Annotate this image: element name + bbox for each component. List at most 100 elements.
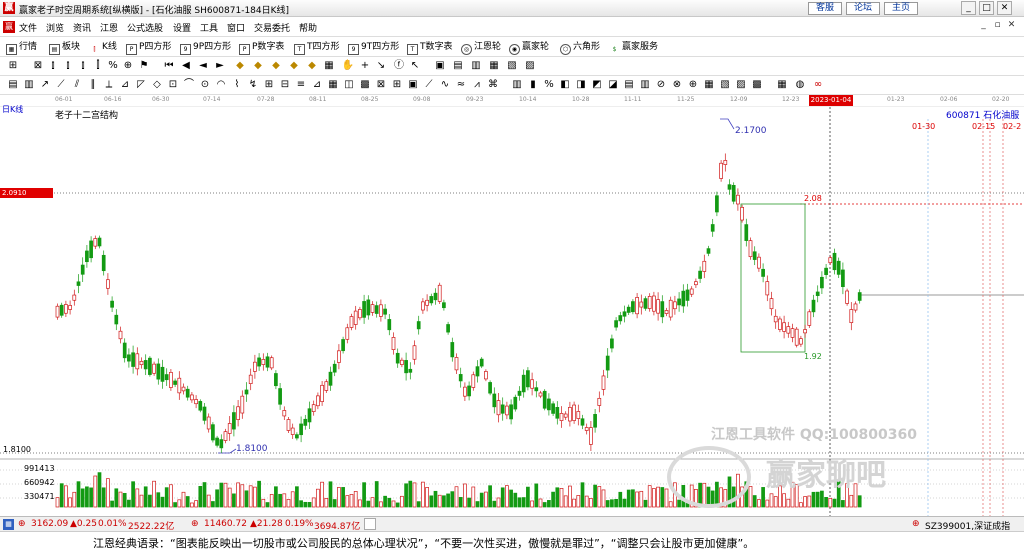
- prev-icon[interactable]: ◀: [179, 59, 193, 73]
- first-page-icon[interactable]: ⏮: [162, 59, 176, 73]
- tool-l-icon[interactable]: ⌒: [182, 78, 196, 92]
- diamond-3-icon[interactable]: ◆: [269, 59, 283, 73]
- tool-aq-icon[interactable]: ▨: [734, 78, 748, 92]
- tool-p-icon[interactable]: ↯: [246, 78, 260, 92]
- tool-d-icon[interactable]: ⟋: [54, 78, 68, 92]
- window-2-icon[interactable]: ▤: [451, 59, 465, 73]
- tool-v-icon[interactable]: ◫: [342, 78, 356, 92]
- diamond-5-icon[interactable]: ◆: [305, 59, 319, 73]
- pointer-icon[interactable]: ↖: [408, 59, 422, 73]
- layout-icon[interactable]: ⊞: [6, 59, 20, 73]
- table-icon[interactable]: ▦: [775, 78, 789, 92]
- tool-h-icon[interactable]: ⊿: [118, 78, 132, 92]
- toolbar-t-square-button[interactable]: T T四方形: [294, 40, 340, 55]
- sz-index-icon[interactable]: ⊕: [191, 519, 199, 529]
- tool-g-icon[interactable]: ⟂: [102, 78, 116, 92]
- toolbar-quotes-button[interactable]: ▦ 行情: [6, 40, 37, 55]
- tool-z-icon[interactable]: ▣: [406, 78, 420, 92]
- bar-tool-icon[interactable]: ⫿: [91, 59, 105, 73]
- toolbar-gann-wheel-button[interactable]: ◎ 江恩轮: [461, 40, 501, 55]
- crosshair-icon[interactable]: +: [358, 59, 372, 73]
- hand-icon[interactable]: ✋: [341, 59, 355, 73]
- menu-settings[interactable]: 设置: [173, 21, 191, 34]
- fib-icon[interactable]: ⓕ: [392, 59, 406, 73]
- sz-code-icon[interactable]: ⊕: [912, 519, 920, 529]
- tool-r-icon[interactable]: ⊟: [278, 78, 292, 92]
- tool-ap-icon[interactable]: ▧: [718, 78, 732, 92]
- candle-tool3-icon[interactable]: ⫾: [76, 59, 90, 73]
- sh-index-icon[interactable]: ⊕: [18, 519, 26, 529]
- candle-tool2-icon[interactable]: ⫾: [61, 59, 75, 73]
- tool-i-icon[interactable]: ◸: [134, 78, 148, 92]
- tool-am-icon[interactable]: ⊗: [670, 78, 684, 92]
- toolbar-service-button[interactable]: $ 赢家服务: [609, 40, 658, 54]
- grid-tool-icon[interactable]: ▦: [322, 59, 336, 73]
- tool-ao-icon[interactable]: ▦: [702, 78, 716, 92]
- flag-icon[interactable]: ⚑: [137, 59, 151, 73]
- infinity-icon[interactable]: ∞: [811, 78, 825, 92]
- kline-chart-area[interactable]: 2.1700 1.8100 1.8100 2.08 1.92 01-30 02-…: [0, 107, 1024, 516]
- diamond-2-icon[interactable]: ◆: [251, 59, 265, 73]
- menu-browse[interactable]: 浏览: [46, 21, 64, 34]
- toolbar-winner-wheel-button[interactable]: ◉ 赢家轮: [509, 40, 549, 55]
- tool-ad-icon[interactable]: ⩘: [470, 78, 484, 92]
- customer-service-link[interactable]: 客服: [808, 2, 842, 15]
- toolbar-sectors-button[interactable]: ▤ 板块: [49, 40, 80, 55]
- tool-ar-icon[interactable]: ▩: [750, 78, 764, 92]
- tool-ag-icon[interactable]: ◨: [574, 78, 588, 92]
- mdi-minimize-button[interactable]: _: [977, 19, 990, 32]
- percent-tool-icon[interactable]: %: [106, 59, 120, 73]
- tool-ab-icon[interactable]: ∿: [438, 78, 452, 92]
- menu-file[interactable]: 文件: [19, 21, 37, 34]
- toolbar-p-table-button[interactable]: P P数字表: [239, 40, 284, 55]
- tool-an-icon[interactable]: ⊕: [686, 78, 700, 92]
- menu-help[interactable]: 帮助: [299, 21, 317, 34]
- menu-tools[interactable]: 工具: [200, 21, 218, 34]
- minimize-button[interactable]: _: [961, 1, 976, 15]
- tool-y-icon[interactable]: ⊞: [390, 78, 404, 92]
- tool-m-icon[interactable]: ⊙: [198, 78, 212, 92]
- menu-formula-select[interactable]: 公式选股: [127, 21, 163, 34]
- pattern-icon[interactable]: ⊠: [31, 59, 45, 73]
- web-icon[interactable]: ◍: [793, 78, 807, 92]
- tool-t-icon[interactable]: ⊿: [310, 78, 324, 92]
- stats-icon[interactable]: ▥: [510, 78, 524, 92]
- tool-b-icon[interactable]: ▥: [22, 78, 36, 92]
- left-icon[interactable]: ◄: [196, 59, 210, 73]
- tool-ac-icon[interactable]: ≈: [454, 78, 468, 92]
- menu-window[interactable]: 窗口: [227, 21, 245, 34]
- tool-u-icon[interactable]: ▦: [326, 78, 340, 92]
- status-grid-icon[interactable]: ▦: [3, 519, 14, 530]
- tool-f-icon[interactable]: ∥: [86, 78, 100, 92]
- tool-j-icon[interactable]: ◇: [150, 78, 164, 92]
- window-3-icon[interactable]: ▥: [469, 59, 483, 73]
- menu-trade[interactable]: 交易委托: [254, 21, 290, 34]
- toolbar-hexagon-button[interactable]: ⬡ 六角形: [560, 40, 600, 55]
- close-button[interactable]: ✕: [997, 1, 1012, 15]
- tool-k-icon[interactable]: ⊡: [166, 78, 180, 92]
- tool-al-icon[interactable]: ⊘: [654, 78, 668, 92]
- toolbar-t-table-button[interactable]: T T数字表: [407, 40, 453, 55]
- tool-c-icon[interactable]: ↗: [38, 78, 52, 92]
- candle-tool-icon[interactable]: ⫾: [46, 59, 60, 73]
- tool-q-icon[interactable]: ⊞: [262, 78, 276, 92]
- tool-ae-icon[interactable]: ⌘: [486, 78, 500, 92]
- percent-icon[interactable]: %: [542, 78, 556, 92]
- drawing-tool-icon[interactable]: ⊕: [121, 59, 135, 73]
- maximize-button[interactable]: □: [979, 1, 994, 15]
- window-5-icon[interactable]: ▧: [505, 59, 519, 73]
- window-6-icon[interactable]: ▨: [523, 59, 537, 73]
- tool-ai-icon[interactable]: ◪: [606, 78, 620, 92]
- toolbar-9t-square-button[interactable]: 9 9T四方形: [348, 40, 399, 55]
- mdi-restore-button[interactable]: ▫: [991, 19, 1004, 32]
- tool-e-icon[interactable]: ⫽: [70, 78, 84, 92]
- toolbar-p-square-button[interactable]: P P四方形: [126, 40, 171, 55]
- tool-ah-icon[interactable]: ◩: [590, 78, 604, 92]
- homepage-link[interactable]: 主页: [884, 2, 918, 15]
- forum-link[interactable]: 论坛: [846, 2, 880, 15]
- right-icon[interactable]: ►: [213, 59, 227, 73]
- bar-chart-icon[interactable]: ▮: [526, 78, 540, 92]
- tool-a-icon[interactable]: ▤: [6, 78, 20, 92]
- tool-s-icon[interactable]: ≡: [294, 78, 308, 92]
- tool-ak-icon[interactable]: ▥: [638, 78, 652, 92]
